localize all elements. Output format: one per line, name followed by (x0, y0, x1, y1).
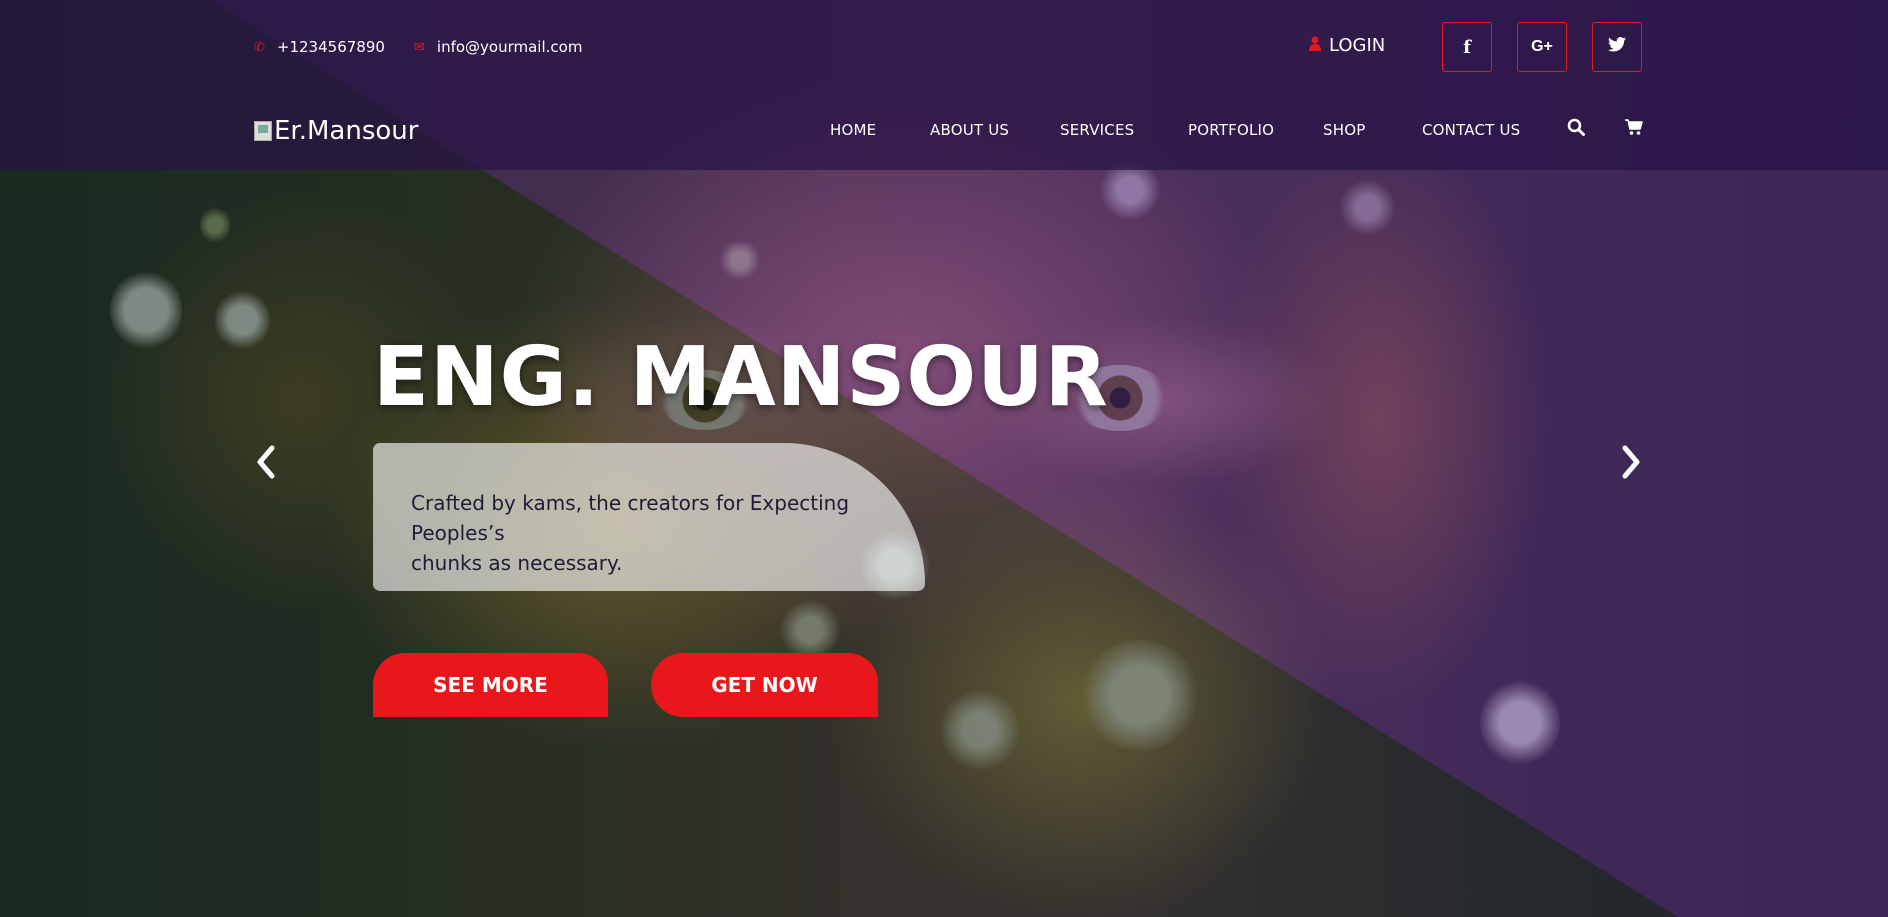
hero-tagline-line-1: Crafted by kams, the creators for Expect… (411, 491, 850, 545)
hero-tagline-line-2: chunks as necessary. (411, 551, 623, 575)
hero-title: ENG. MANSOUR (373, 330, 1109, 425)
nav-item-services[interactable]: SERVICES (1060, 121, 1134, 139)
broken-image-icon (254, 121, 272, 141)
facebook-button[interactable]: f (1442, 22, 1492, 72)
nav-item-portfolio[interactable]: PORTFOLIO (1188, 121, 1274, 139)
nav-item-shop[interactable]: SHOP (1323, 121, 1365, 139)
slider-prev-button[interactable] (250, 440, 280, 484)
nav-item-about-us[interactable]: ABOUT US (930, 121, 1009, 139)
login-label: LOGIN (1329, 35, 1386, 56)
google-plus-button[interactable]: G+ (1517, 22, 1567, 72)
slider-next-button[interactable] (1617, 440, 1647, 484)
nav-item-contact-us[interactable]: CONTACT US (1422, 121, 1520, 139)
twitter-button[interactable] (1592, 22, 1642, 72)
hero-tagline: Crafted by kams, the creators for Expect… (411, 488, 887, 578)
topbar: ✆ +1234567890 ✉ info@yourmail.com LOGIN … (254, 0, 1642, 96)
search-icon[interactable] (1567, 118, 1585, 141)
email-contact: ✉ info@yourmail.com (414, 38, 582, 56)
cart-icon[interactable] (1625, 118, 1643, 141)
phone-number: +1234567890 (276, 38, 385, 56)
envelope-icon: ✉ (414, 39, 425, 55)
login-link[interactable]: LOGIN (1309, 35, 1385, 56)
chevron-left-icon (257, 445, 275, 479)
phone-contact: ✆ +1234567890 (254, 38, 385, 56)
nav-item-home[interactable]: HOME (830, 121, 876, 139)
twitter-icon (1608, 37, 1626, 57)
google-plus-icon: G+ (1531, 38, 1553, 55)
get-now-button[interactable]: GET NOW (651, 653, 878, 717)
user-icon (1309, 36, 1321, 55)
email-address: info@yourmail.com (436, 38, 583, 56)
phone-icon: ✆ (254, 39, 265, 55)
chevron-right-icon (1622, 445, 1640, 479)
site-logo[interactable]: Er.Mansour (254, 116, 418, 146)
facebook-icon: f (1463, 36, 1471, 58)
hero-tagline-box: Crafted by kams, the creators for Expect… (373, 443, 925, 591)
see-more-button[interactable]: SEE MORE (373, 653, 608, 717)
logo-alt-text: Er.Mansour (274, 116, 419, 146)
